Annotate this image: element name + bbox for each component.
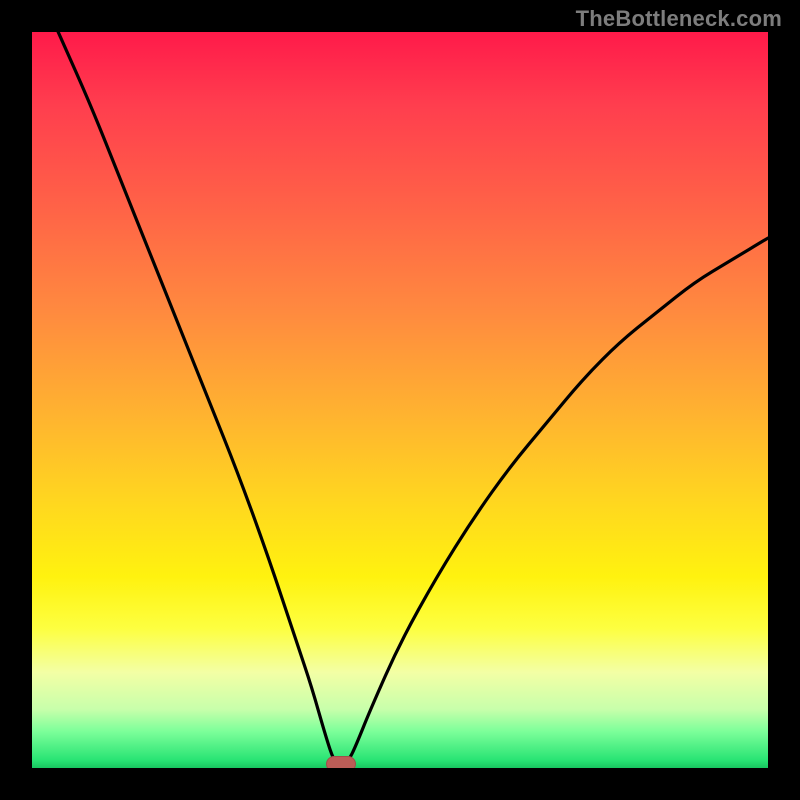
- chart-svg: [32, 32, 768, 768]
- optimal-point-marker: [326, 756, 356, 768]
- plot-area: [32, 32, 768, 768]
- bottleneck-curve-path: [32, 32, 768, 766]
- watermark-text: TheBottleneck.com: [576, 6, 782, 32]
- chart-frame: TheBottleneck.com: [0, 0, 800, 800]
